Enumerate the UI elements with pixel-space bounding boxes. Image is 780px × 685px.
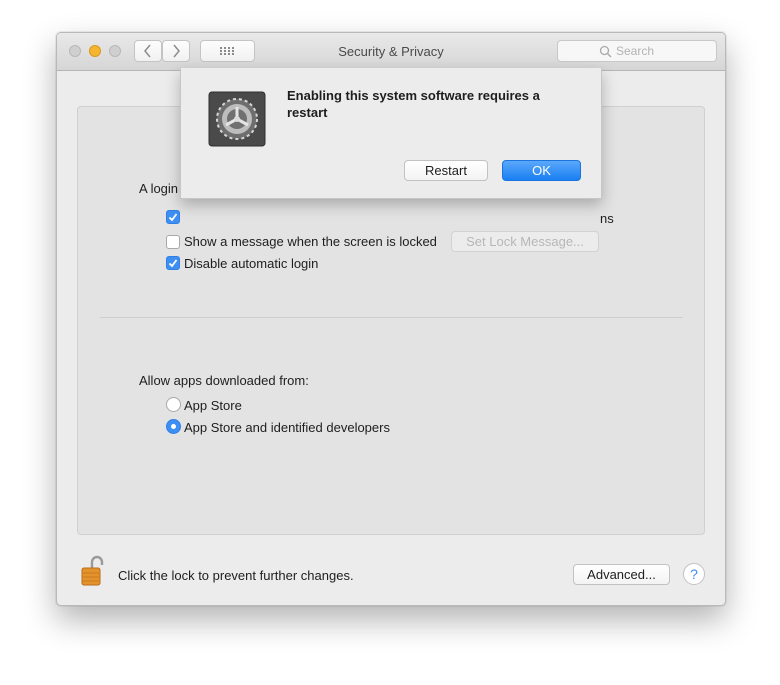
partially-hidden-checkbox[interactable] [166,210,180,224]
disable-automatic-login-checkbox[interactable] [166,256,180,270]
help-button[interactable]: ? [683,563,705,585]
advanced-button[interactable]: Advanced... [573,564,670,585]
lock-button[interactable] [77,553,111,587]
disable-automatic-login-label: Disable automatic login [184,256,319,271]
title-bar: Security & Privacy Search [57,33,725,71]
show-message-checkbox[interactable] [166,235,180,249]
login-label: A login [139,181,179,196]
search-field[interactable]: Search [557,40,717,62]
ok-button[interactable]: OK [502,160,581,181]
search-icon [599,45,612,58]
app-store-label: App Store [184,398,242,413]
identified-developers-label: App Store and identified developers [184,420,390,435]
lock-message: Click the lock to prevent further change… [118,568,354,583]
unlocked-padlock-icon [81,555,104,586]
search-placeholder: Search [616,44,655,58]
gear-icon [208,91,266,147]
set-lock-message-button[interactable]: Set Lock Message... [451,231,599,252]
identified-developers-radio[interactable] [166,419,181,434]
alert-message: Enabling this system software requires a… [287,88,540,120]
section-divider [100,317,683,318]
show-message-label: Show a message when the screen is locked [184,234,437,249]
restart-button[interactable]: Restart [404,160,488,181]
hidden-option-label-end: ns [600,211,614,226]
checkmark-icon [168,213,178,222]
restart-alert-sheet: Enabling this system software requires a… [180,68,602,199]
downloads-heading: Allow apps downloaded from: [139,373,309,388]
checkmark-icon [168,259,178,268]
app-store-radio[interactable] [166,397,181,412]
